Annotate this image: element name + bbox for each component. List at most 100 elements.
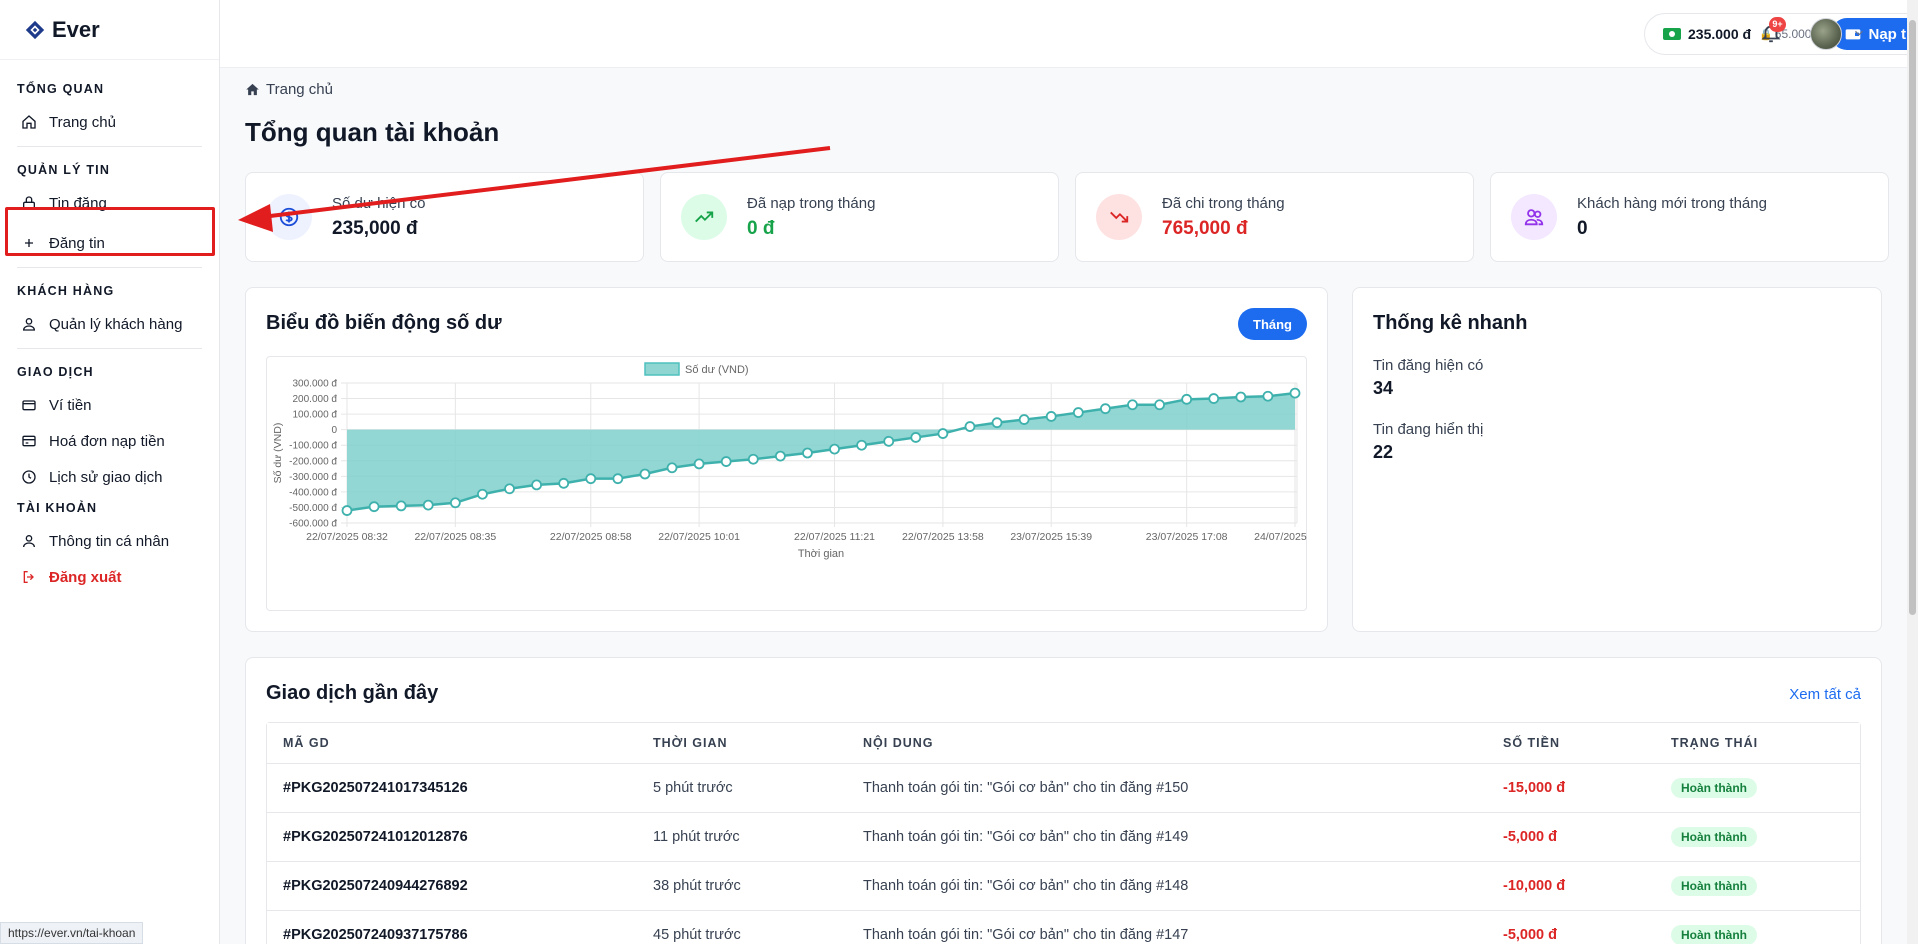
data-point <box>341 505 353 516</box>
stat-value: 765,000 đ <box>1162 217 1248 239</box>
tx-status-cell: Hoàn thành <box>1655 862 1860 911</box>
data-point <box>829 443 840 455</box>
stat-label: Khách hàng mới trong tháng <box>1577 194 1767 212</box>
home-icon <box>22 115 36 129</box>
data-point <box>883 435 895 447</box>
sidebar-item-label: Thông tin cá nhân <box>49 532 170 550</box>
transactions-table: MÃ GD THỜI GIAN NỘI DUNG SỐ TIỀN TRẠNG T… <box>266 722 1861 944</box>
x-tick-label: 22/07/2025 10:01 <box>658 531 740 543</box>
status-badge: Hoàn thành <box>1671 876 1757 896</box>
table-row[interactable]: #PKG202507240937175786 45 phút trước Tha… <box>267 911 1860 944</box>
stat-label: Đã nạp trong tháng <box>747 194 876 212</box>
sidebar-item-wallet[interactable]: Ví tiền <box>17 387 202 423</box>
data-point <box>910 432 922 443</box>
status-badge: Hoàn thành <box>1671 925 1757 944</box>
table-row[interactable]: #PKG202507241012012876 11 phút trước Tha… <box>267 813 1860 862</box>
data-point <box>666 462 678 474</box>
annotation-highlight-box <box>5 207 215 256</box>
wallet-balance: 235.000 đ <box>1688 26 1752 42</box>
top-header: 235.000 đ 🔒 65.000 đ Nạp tiền 9+ <box>220 0 1918 68</box>
table-header-row: MÃ GD THỜI GIAN NỘI DUNG SỐ TIỀN TRẠNG T… <box>267 723 1860 764</box>
data-point <box>368 501 380 513</box>
data-point <box>1289 387 1301 399</box>
avatar[interactable] <box>1810 18 1842 50</box>
data-point <box>1235 391 1247 403</box>
tx-content: Thanh toán gói tin: "Gói cơ bản" cho tin… <box>847 764 1487 813</box>
table-row[interactable]: #PKG202507241017345126 5 phút trước Than… <box>267 764 1860 813</box>
data-point <box>422 499 434 511</box>
brand-name: Ever <box>52 16 100 42</box>
stat-label: Đã chi trong tháng <box>1162 194 1285 212</box>
tx-status-cell: Hoàn thành <box>1655 764 1860 813</box>
data-point <box>1208 393 1220 404</box>
x-tick-label: 22/07/2025 11:21 <box>794 531 875 543</box>
x-tick-label: 22/07/2025 08:35 <box>414 531 496 543</box>
sidebar-item-history[interactable]: Lịch sử giao dịch <box>17 459 202 495</box>
quick-stats-card: Thống kê nhanh Tin đăng hiện có 34 Tin đ… <box>1352 287 1882 632</box>
tx-time: 11 phút trước <box>637 813 847 862</box>
legend-label: Số dư (VND) <box>685 364 749 376</box>
stat-icon-wrap <box>266 194 312 240</box>
sidebar-item-logout[interactable]: Đăng xuất <box>17 559 202 595</box>
stat-value: 0 <box>1577 217 1588 239</box>
sidebar-item-profile[interactable]: Thông tin cá nhân <box>17 523 202 559</box>
y-tick-label: 300.000 đ <box>293 379 338 390</box>
sidebar-item-invoices[interactable]: Hoá đơn nạp tiền <box>17 423 202 459</box>
sidebar-item-label: Hoá đơn nạp tiền <box>49 432 165 450</box>
data-point <box>612 473 624 485</box>
data-point <box>720 456 732 467</box>
data-point <box>449 497 461 509</box>
y-tick-label: -100.000 đ <box>289 441 337 452</box>
y-tick-label: -500.000 đ <box>289 503 337 514</box>
topup-button[interactable]: Nạp tiền <box>1831 18 1918 50</box>
view-all-link[interactable]: Xem tất cả <box>1789 686 1861 703</box>
status-bar-url: https://ever.vn/tai-khoan <box>0 922 144 944</box>
users-icon <box>22 318 36 331</box>
y-tick-label: -300.000 đ <box>289 472 337 483</box>
tx-time: 38 phút trước <box>637 862 847 911</box>
sidebar-item-customers[interactable]: Quản lý khách hàng <box>17 306 202 342</box>
chart-card-title: Biểu đồ biến động số dư <box>266 312 502 334</box>
data-point <box>1181 393 1193 405</box>
data-point <box>531 479 543 491</box>
tx-content: Thanh toán gói tin: "Gói cơ bản" cho tin… <box>847 813 1487 862</box>
x-axis-title: Thời gian <box>798 548 844 560</box>
cash-icon <box>1663 28 1681 40</box>
page-scrollbar[interactable] <box>1907 0 1918 944</box>
trending-up-icon <box>695 211 714 223</box>
column-header: NỘI DUNG <box>847 723 1487 764</box>
tx-amount: -5,000 đ <box>1487 911 1655 944</box>
y-tick-label: -600.000 đ <box>289 519 337 530</box>
quick-stat-label: Tin đang hiển thị <box>1373 421 1484 438</box>
status-badge: Hoàn thành <box>1671 827 1757 847</box>
tx-amount: -15,000 đ <box>1487 764 1655 813</box>
quick-stat-value: 34 <box>1373 378 1394 398</box>
table-row[interactable]: #PKG202507240944276892 38 phút trước Tha… <box>267 862 1860 911</box>
month-filter-button[interactable]: Tháng <box>1238 308 1307 340</box>
tx-content: Thanh toán gói tin: "Gói cơ bản" cho tin… <box>847 911 1487 944</box>
brand-logo[interactable]: Ever <box>0 0 219 60</box>
breadcrumb[interactable]: Trang chủ <box>245 81 333 98</box>
scrollbar-thumb[interactable] <box>1909 20 1916 615</box>
data-point <box>1018 414 1030 425</box>
tx-id: #PKG202507241012012876 <box>267 813 637 862</box>
y-tick-label: -400.000 đ <box>289 487 337 498</box>
clock-icon <box>22 470 36 484</box>
tx-time: 45 phút trước <box>637 911 847 944</box>
sidebar-item-label: Quản lý khách hàng <box>49 315 183 333</box>
chevron-down-icon[interactable] <box>1852 26 1866 40</box>
data-point <box>558 477 570 489</box>
balance-chart-card: Biểu đồ biến động số dư Tháng Số dư (VND… <box>245 287 1336 632</box>
tx-amount: -10,000 đ <box>1487 862 1655 911</box>
data-point <box>856 439 868 451</box>
quick-stats-title: Thống kê nhanh <box>1373 312 1528 334</box>
data-point <box>639 468 651 480</box>
sidebar-item-label: Trang chủ <box>49 113 116 131</box>
data-point <box>693 458 705 470</box>
quick-stat-label: Tin đăng hiện có <box>1373 357 1484 374</box>
breadcrumb-home: Trang chủ <box>266 81 333 98</box>
sidebar-item-home[interactable]: Trang chủ <box>17 104 202 140</box>
y-tick-label: -200.000 đ <box>289 456 337 467</box>
column-header: SỐ TIỀN <box>1487 723 1655 764</box>
sidebar: Ever TỔNG QUAN Trang chủ QUẢN LÝ TIN Tin… <box>0 0 220 944</box>
